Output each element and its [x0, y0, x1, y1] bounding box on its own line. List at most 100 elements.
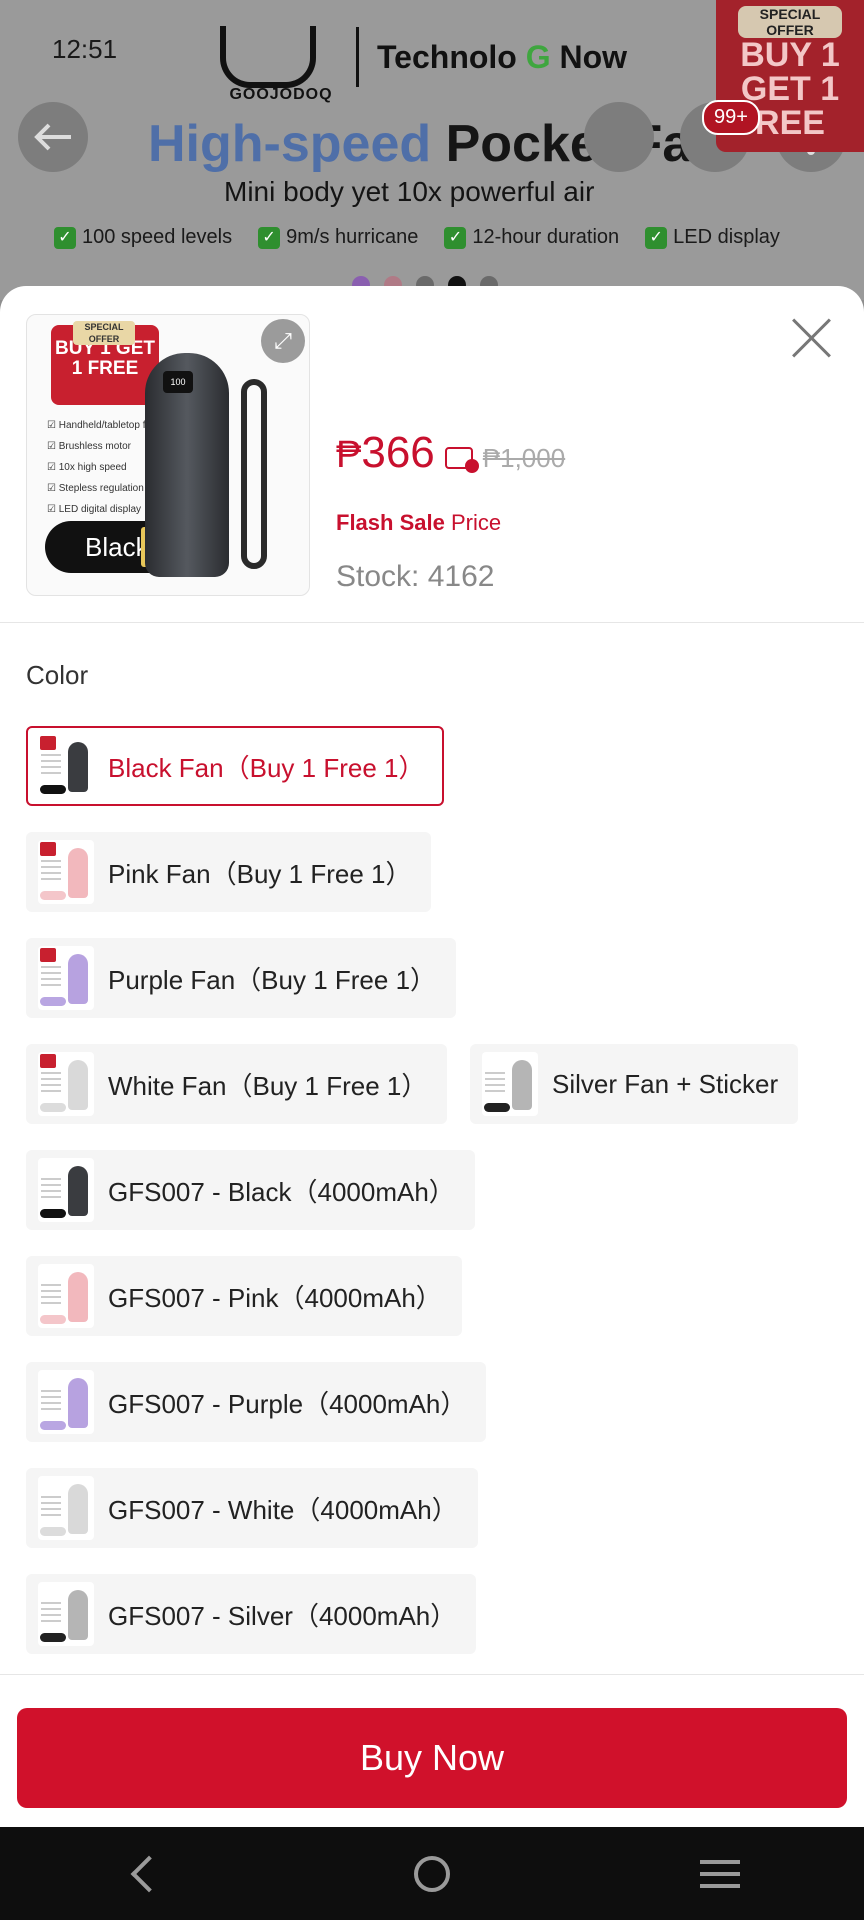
- fan-image: [68, 1484, 88, 1534]
- close-icon[interactable]: [790, 316, 834, 360]
- thumbnail-lines: [41, 1178, 61, 1202]
- color-option[interactable]: Pink Fan（Buy 1 Free 1）: [26, 832, 432, 912]
- thumbnail-lines: [41, 860, 61, 884]
- price-currency: ₱: [336, 434, 362, 476]
- promo-mark: [40, 736, 56, 750]
- thumbnail-lines: [41, 1390, 61, 1414]
- color-pill: [40, 1315, 66, 1324]
- color-pill: [40, 1633, 66, 1642]
- store-name-prefix: Technolo: [377, 38, 526, 75]
- color-option[interactable]: GFS007 - Black（4000mAh）: [26, 1150, 475, 1230]
- thumbnail-feature: Handheld/tabletop fan: [47, 415, 157, 436]
- color-pill: [40, 1527, 66, 1536]
- price-value: 366: [361, 428, 435, 477]
- original-price: ₱1,000: [482, 443, 566, 473]
- feature-label: 9m/s hurricane: [286, 226, 419, 248]
- fan-image: [68, 1272, 88, 1322]
- color-option[interactable]: White Fan（Buy 1 Free 1）: [26, 1044, 448, 1124]
- headline-rest: Pocket Fan: [431, 115, 724, 173]
- recents-icon: [700, 1859, 740, 1888]
- current-price: ₱366: [336, 428, 435, 478]
- promo-mark: [40, 842, 56, 856]
- color-option-label: GFS007 - White（4000mAh）: [108, 1494, 458, 1525]
- feature-label: 12-hour duration: [472, 226, 620, 248]
- color-option[interactable]: Silver Fan + Sticker: [470, 1044, 799, 1124]
- system-nav-bar: [0, 1827, 864, 1920]
- share-button[interactable]: [584, 102, 654, 172]
- stock-count: Stock: 4162: [336, 560, 495, 593]
- thumbnail-feature: Stepless regulation: [47, 478, 157, 499]
- option-thumbnail: [38, 734, 94, 798]
- color-option[interactable]: GFS007 - Purple（4000mAh）: [26, 1362, 487, 1442]
- expand-icon[interactable]: ⤢: [261, 319, 305, 363]
- option-thumbnail: [38, 1370, 94, 1434]
- promo-tag: SPECIAL OFFER: [73, 321, 135, 345]
- divider: [0, 622, 864, 623]
- buy-now-button[interactable]: Buy Now: [17, 1708, 847, 1808]
- color-option[interactable]: Black Fan（Buy 1 Free 1）: [26, 726, 445, 806]
- fan-screen: 100: [163, 371, 193, 393]
- back-icon: [130, 1855, 168, 1892]
- store-name-suffix: Now: [550, 38, 628, 75]
- home-icon: [414, 1855, 450, 1892]
- color-option-label: Purple Fan（Buy 1 Free 1）: [108, 964, 437, 995]
- color-option-label: Pink Fan（Buy 1 Free 1）: [108, 858, 412, 889]
- thumbnail-lines: [485, 1072, 505, 1096]
- feature-item: ✓ 100 speed levels: [54, 226, 232, 249]
- nav-back-button[interactable]: [104, 1844, 184, 1904]
- option-thumbnail: [38, 840, 94, 904]
- variant-selector-sheet: SPECIAL OFFER BUY 1 GET 1 FREE Handheld/…: [0, 286, 864, 1827]
- status-time: 12:51: [52, 34, 118, 64]
- option-thumbnail: [38, 1158, 94, 1222]
- store-name: Technolo G Now: [377, 39, 627, 76]
- color-pill: [40, 997, 66, 1006]
- fan-image: [68, 1166, 88, 1216]
- price-row: ₱366 ₱1,000: [336, 428, 565, 478]
- banner-subheadline: Mini body yet 10x powerful air: [224, 176, 595, 207]
- thumbnail-feature: Brushless motor: [47, 436, 157, 457]
- thumbnail-lines: [41, 1496, 61, 1520]
- option-thumbnail: [38, 1582, 94, 1646]
- back-button[interactable]: [18, 102, 88, 172]
- check-icon: ✓: [444, 226, 467, 249]
- color-option[interactable]: GFS007 - Silver（4000mAh）: [26, 1574, 477, 1654]
- option-thumbnail: [482, 1052, 538, 1116]
- color-option[interactable]: GFS007 - White（4000mAh）: [26, 1468, 478, 1548]
- color-pill: [40, 1103, 66, 1112]
- fan-image: [68, 954, 88, 1004]
- nav-recents-button[interactable]: [680, 1844, 760, 1904]
- thumbnail-lines: [41, 1284, 61, 1308]
- feature-label: 100 speed levels: [82, 226, 233, 248]
- divider: [0, 1674, 864, 1675]
- color-pill: [40, 785, 66, 794]
- color-pill: [484, 1103, 510, 1112]
- fan-image: [512, 1060, 532, 1110]
- color-option-label: GFS007 - Black（4000mAh）: [108, 1176, 455, 1207]
- color-option[interactable]: Purple Fan（Buy 1 Free 1）: [26, 938, 457, 1018]
- check-icon: ✓: [258, 226, 281, 249]
- product-thumbnail[interactable]: SPECIAL OFFER BUY 1 GET 1 FREE Handheld/…: [26, 314, 310, 596]
- thumbnail-lines: [41, 754, 61, 778]
- thumbnail-feature: LED digital display: [47, 499, 157, 520]
- offer-line-1: BUY 1: [740, 36, 840, 74]
- background-product-page: 12:51 GOOJODOQ Technolo G Now High-speed…: [0, 0, 864, 300]
- option-thumbnail: [38, 1052, 94, 1116]
- fan-image: [68, 848, 88, 898]
- brand-mark-icon: GOOJODOQ: [220, 26, 332, 103]
- color-option-label: GFS007 - Silver（4000mAh）: [108, 1600, 457, 1631]
- thumbnail-feature: 10x high speed: [47, 457, 157, 478]
- logo-divider: [356, 27, 359, 87]
- feature-item: ✓ 9m/s hurricane: [258, 226, 418, 249]
- color-option[interactable]: GFS007 - Pink（4000mAh）: [26, 1256, 462, 1336]
- store-name-g: G: [525, 38, 551, 75]
- color-option-label: White Fan（Buy 1 Free 1）: [108, 1070, 428, 1101]
- check-icon: ✓: [645, 226, 668, 249]
- color-option-label: Silver Fan + Sticker: [552, 1068, 779, 1099]
- option-thumbnail: [38, 1264, 94, 1328]
- check-icon: ✓: [54, 226, 76, 249]
- nav-home-button[interactable]: [392, 1844, 472, 1904]
- promo-mark: [40, 1054, 56, 1068]
- lanyard-image: [241, 379, 267, 569]
- thumbnail-lines: [41, 966, 61, 990]
- color-pill: [40, 1421, 66, 1430]
